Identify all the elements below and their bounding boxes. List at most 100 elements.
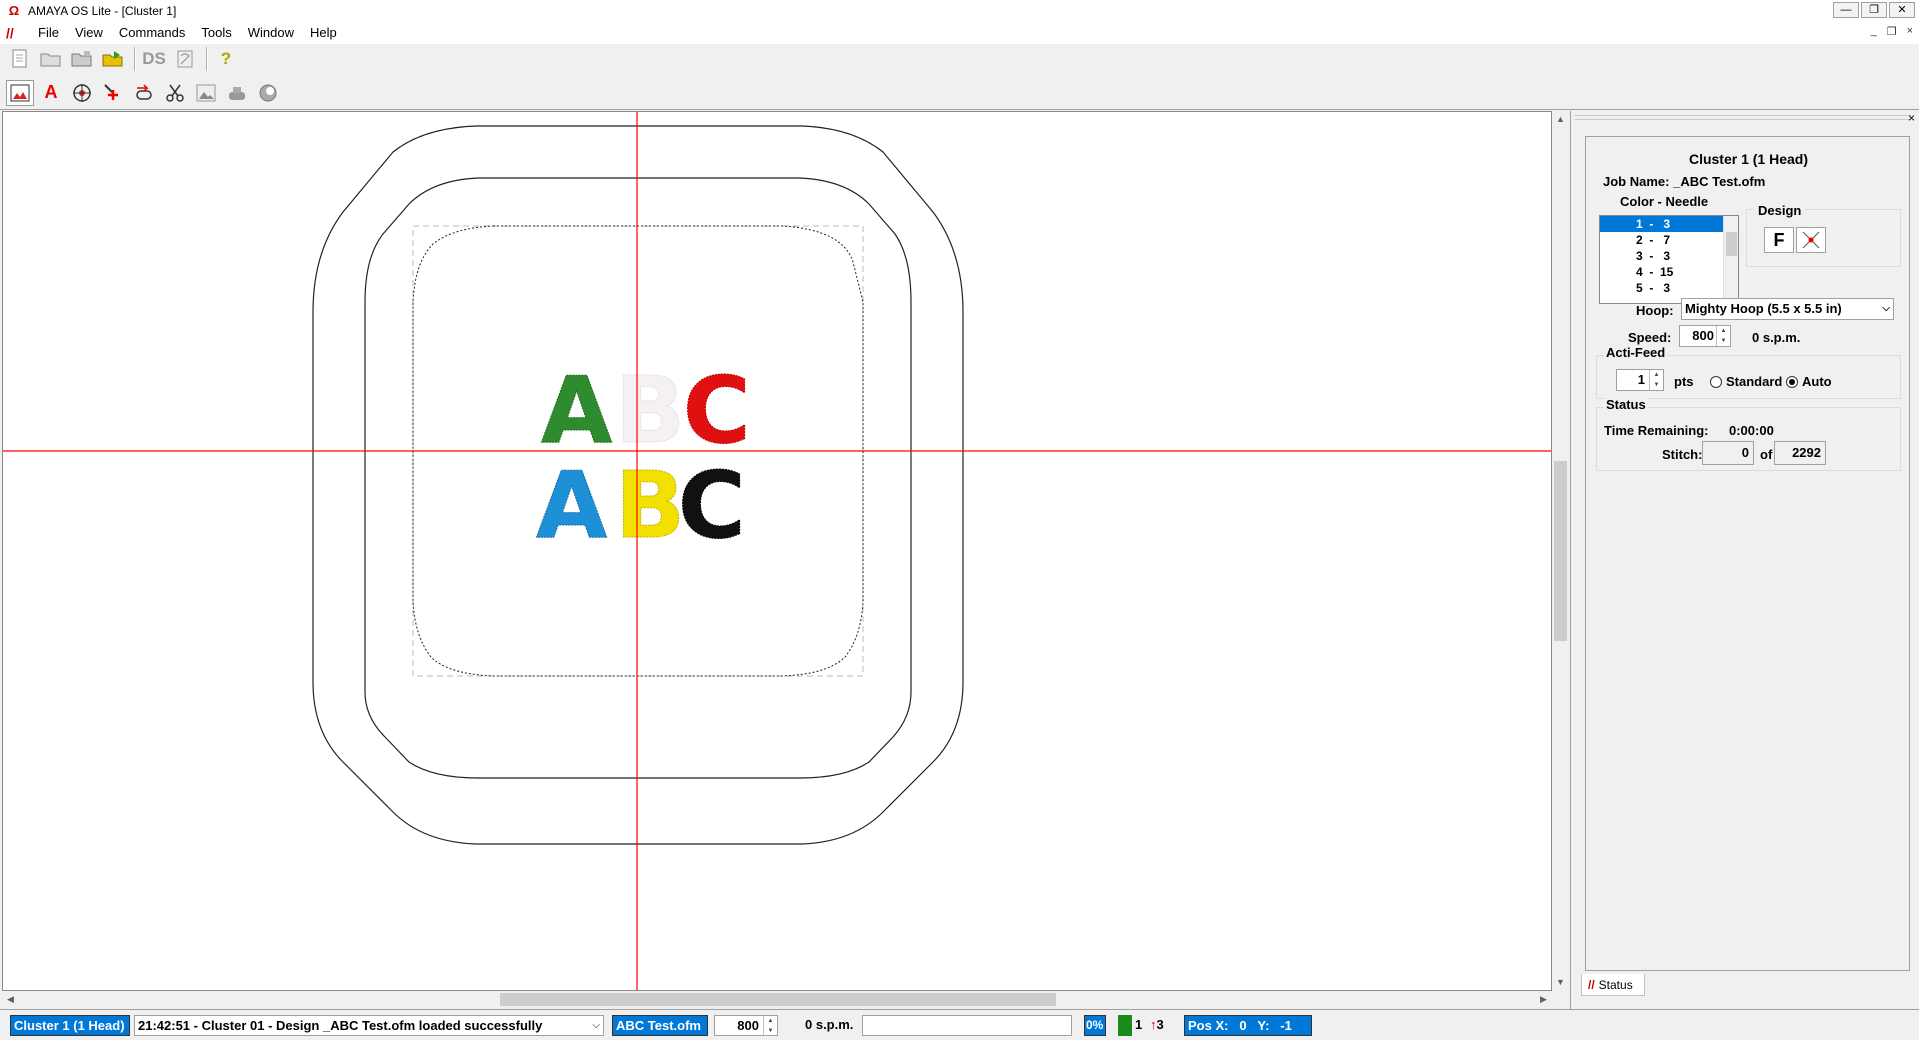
status-speed-value: 800	[737, 1018, 759, 1033]
canvas-horizontal-scrollbar[interactable]: ◀ ▶	[2, 991, 1552, 1008]
status-trims: ↑3	[1150, 1015, 1164, 1036]
ds-icon[interactable]: DS	[140, 46, 168, 72]
vertical-scroll-thumb[interactable]	[1554, 461, 1567, 641]
scissors-icon[interactable]	[161, 80, 189, 106]
actifeed-unit: pts	[1674, 374, 1694, 389]
speed-input[interactable]: 800 ▲ ▼	[1679, 325, 1731, 347]
toolbar-separator	[134, 47, 136, 71]
speed-spm: 0 s.p.m.	[1752, 330, 1801, 345]
palette-icon[interactable]	[254, 80, 282, 106]
speed-spinner[interactable]: ▲ ▼	[1716, 326, 1730, 346]
color-needle-list[interactable]: 1 - 3 2 - 7 3 - 3 4 - 15 5 - 3	[1599, 215, 1739, 304]
panel-close-icon[interactable]: ×	[1908, 111, 1915, 125]
color-list-item[interactable]: 4 - 15	[1600, 264, 1738, 280]
color-list-scroll-thumb[interactable]	[1726, 232, 1737, 256]
color-list-item[interactable]: 3 - 3	[1600, 248, 1738, 264]
menu-commands[interactable]: Commands	[111, 22, 193, 44]
new-document-icon[interactable]	[6, 46, 34, 72]
panel-frame: Cluster 1 (1 Head) Job Name: _ABC Test.o…	[1585, 136, 1910, 971]
mdi-minimize-button[interactable]: _	[1871, 25, 1877, 38]
color-needle-label: Color - Needle	[1620, 194, 1709, 209]
actifeed-input[interactable]: 1 ▲ ▼	[1616, 369, 1664, 391]
color-list-scrollbar[interactable]	[1723, 216, 1738, 303]
trim-icon[interactable]	[130, 80, 158, 106]
image-icon[interactable]	[192, 80, 220, 106]
menu-window[interactable]: Window	[240, 22, 302, 44]
status-message: 21:42:51 - Cluster 01 - Design _ABC Test…	[138, 1018, 543, 1033]
scroll-right-icon[interactable]: ▶	[1535, 991, 1552, 1008]
machine-icon[interactable]	[223, 80, 251, 106]
import-folder-icon[interactable]	[99, 46, 127, 72]
main-toolbar: DS ?	[0, 44, 1919, 74]
open-folder-alt-icon[interactable]	[68, 46, 96, 72]
job-name-label: Job Name:	[1603, 174, 1670, 189]
needle-color-swatch	[1118, 1015, 1132, 1036]
minimize-button[interactable]: —	[1833, 2, 1859, 18]
status-needle: 1	[1135, 1017, 1143, 1032]
status-speed-spinner[interactable]: ▲ ▼	[763, 1016, 777, 1036]
open-folder-icon[interactable]	[37, 46, 65, 72]
center-target-icon	[1802, 231, 1820, 249]
scan-icon[interactable]	[171, 46, 199, 72]
lettering-label: A	[44, 82, 58, 102]
color-list-item[interactable]: 2 - 7	[1600, 232, 1738, 248]
design-canvas[interactable]: A B C A B C	[2, 111, 1552, 991]
tab-status-label: Status	[1598, 977, 1633, 992]
design-f-button[interactable]: F	[1764, 227, 1794, 253]
scroll-left-icon[interactable]: ◀	[2, 991, 19, 1008]
radio-auto[interactable]: Auto	[1786, 374, 1832, 389]
speed-value: 800	[1692, 328, 1714, 343]
menu-view[interactable]: View	[67, 22, 111, 44]
restore-button[interactable]: ❐	[1861, 2, 1887, 18]
mdi-close-button[interactable]: ×	[1907, 25, 1913, 38]
color-list-item[interactable]: 1 - 3	[1600, 216, 1738, 232]
stitch-of-label: of	[1760, 447, 1773, 462]
design-center-button[interactable]	[1796, 227, 1826, 253]
menu-help[interactable]: Help	[302, 22, 345, 44]
target-icon[interactable]	[68, 80, 96, 106]
document-logo-icon[interactable]: //	[6, 25, 24, 41]
horizontal-scroll-thumb[interactable]	[500, 993, 1056, 1006]
design-letters: A B C A B C	[536, 357, 752, 560]
radio-standard-dot[interactable]	[1710, 375, 1722, 388]
title-bar: Ω AMAYA OS Lite - [Cluster 1] — ❐ ✕	[0, 0, 1919, 22]
jump-icon[interactable]	[99, 80, 127, 106]
scroll-up-icon[interactable]: ▲	[1552, 111, 1569, 128]
help-icon[interactable]: ?	[212, 46, 240, 72]
color-list-item[interactable]: 5 - 3	[1600, 280, 1738, 296]
letter-b-yellow: B	[615, 452, 685, 559]
pos-y-label: Y:	[1257, 1018, 1270, 1033]
close-button[interactable]: ✕	[1889, 2, 1915, 18]
hoop-view-icon[interactable]	[6, 79, 34, 106]
lettering-icon[interactable]: A	[37, 80, 65, 106]
letter-c-black: C	[678, 452, 746, 559]
scroll-down-icon[interactable]: ▼	[1552, 974, 1569, 991]
actifeed-value: 1	[1637, 372, 1645, 387]
hoop-label: Hoop:	[1636, 303, 1674, 318]
canvas-vertical-scrollbar[interactable]: ▲ ▼	[1552, 111, 1569, 991]
status-speed-input[interactable]: 800 ▲ ▼	[714, 1015, 778, 1036]
status-progress-field	[862, 1015, 1072, 1036]
hoop-select[interactable]: Mighty Hoop (5.5 x 5.5 in) ⌵	[1681, 298, 1894, 320]
status-label: Status	[1604, 397, 1648, 412]
amaya-logo-icon: Ω	[8, 3, 20, 18]
status-trims-value: 3	[1156, 1017, 1164, 1032]
job-name: Job Name: _ABC Test.ofm	[1603, 174, 1765, 189]
menu-file[interactable]: File	[30, 22, 67, 44]
window-controls: — ❐ ✕	[1833, 2, 1915, 18]
letter-a-green: A	[541, 357, 612, 464]
status-cluster[interactable]: Cluster 1 (1 Head)	[10, 1015, 130, 1036]
status-design[interactable]: ABC Test.ofm	[612, 1015, 708, 1036]
design-toolbar: A	[0, 76, 1919, 110]
design-label: Design	[1754, 203, 1806, 218]
pos-x-value: 0	[1239, 1018, 1247, 1033]
menu-tools[interactable]: Tools	[193, 22, 239, 44]
tab-status[interactable]: //Status	[1581, 974, 1645, 996]
radio-standard[interactable]: Standard	[1710, 374, 1782, 389]
radio-auto-dot[interactable]	[1786, 375, 1798, 388]
panel-grip[interactable]	[1575, 115, 1911, 120]
mdi-restore-button[interactable]: ❐	[1887, 25, 1897, 38]
radio-auto-label: Auto	[1802, 374, 1832, 389]
status-message-combo[interactable]: 21:42:51 - Cluster 01 - Design _ABC Test…	[134, 1015, 604, 1036]
actifeed-spinner[interactable]: ▲ ▼	[1649, 370, 1663, 390]
